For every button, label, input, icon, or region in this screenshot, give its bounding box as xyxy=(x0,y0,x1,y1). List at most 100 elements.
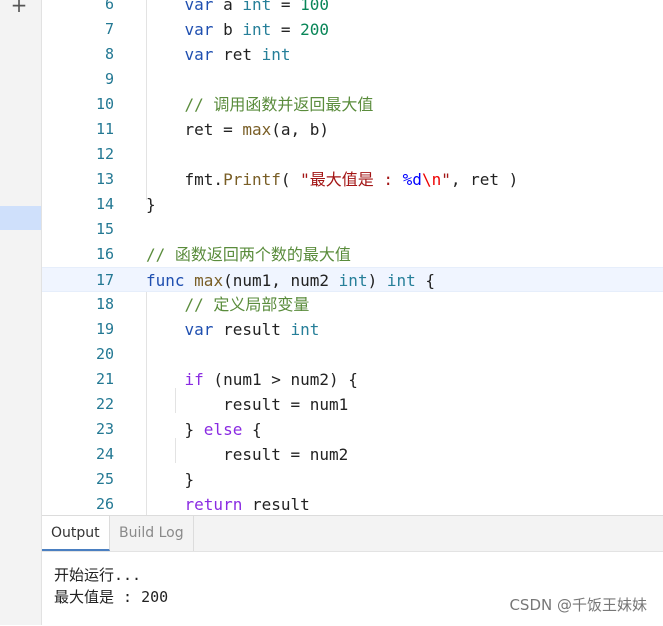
code-line[interactable]: 23 } else { xyxy=(42,417,663,442)
panel-tabs: Output Build Log xyxy=(42,516,663,552)
code-token: \n xyxy=(421,170,442,189)
code-line[interactable]: 21 if (num1 > num2) { xyxy=(42,367,663,392)
code-line[interactable]: 24 result = num2 xyxy=(42,442,663,467)
code-token: int xyxy=(386,271,416,290)
bottom-panel: Output Build Log 开始运行... 最大值是 : 200 CSDN… xyxy=(42,515,663,626)
code-text: ret = max(a, b) xyxy=(146,117,330,142)
line-number: 7 xyxy=(104,20,114,38)
code-token: var xyxy=(184,20,214,39)
code-token: } xyxy=(146,420,204,439)
code-text: // 定义局部变量 xyxy=(146,292,310,317)
line-number: 12 xyxy=(95,145,114,163)
code-line[interactable]: 15 xyxy=(42,217,663,242)
code-line[interactable]: 10 // 调用函数并返回最大值 xyxy=(42,92,663,117)
code-line[interactable]: 13 fmt.Printf( "最大值是 : %d\n", ret ) xyxy=(42,167,663,192)
code-line[interactable]: 22 result = num1 xyxy=(42,392,663,417)
code-line[interactable]: 7 var b int = 200 xyxy=(42,17,663,42)
code-text: } xyxy=(146,192,156,217)
code-line[interactable]: 9 xyxy=(42,67,663,92)
line-number: 26 xyxy=(95,495,114,513)
code-token: // 定义局部变量 xyxy=(184,295,310,314)
line-number: 24 xyxy=(95,445,114,463)
code-line[interactable]: 8 var ret int xyxy=(42,42,663,67)
tab-build-log[interactable]: Build Log xyxy=(110,516,194,551)
sidebar-selection-marker xyxy=(0,206,41,230)
code-token: else xyxy=(203,420,243,439)
line-number: 6 xyxy=(104,0,114,13)
code-token: func xyxy=(146,271,185,290)
code-line[interactable]: 6 var a int = 100 xyxy=(42,0,663,17)
code-line[interactable]: 14} xyxy=(42,192,663,217)
code-token: int xyxy=(261,45,291,64)
line-number: 18 xyxy=(95,295,114,313)
code-token: } xyxy=(146,195,156,214)
code-token: int xyxy=(290,320,320,339)
code-token: int xyxy=(242,0,272,14)
code-text: var result int xyxy=(146,317,320,342)
code-text: } xyxy=(146,467,195,492)
code-token: " xyxy=(441,170,451,189)
code-token: var xyxy=(184,45,214,64)
tab-output[interactable]: Output xyxy=(42,516,110,551)
code-line[interactable]: 11 ret = max(a, b) xyxy=(42,117,663,142)
code-text: // 调用函数并返回最大值 xyxy=(146,92,374,117)
code-token: { xyxy=(242,420,262,439)
output-line: 最大值是 : 200 xyxy=(54,588,169,606)
code-line[interactable]: 12 xyxy=(42,142,663,167)
code-token: int xyxy=(338,271,368,290)
code-token: , ret ) xyxy=(450,170,519,189)
line-number: 17 xyxy=(95,271,114,289)
code-token: int xyxy=(242,20,272,39)
code-text: result = num2 xyxy=(146,442,348,467)
line-number: 11 xyxy=(95,120,114,138)
code-token: max xyxy=(242,120,272,139)
code-token: // 函数返回两个数的最大值 xyxy=(146,245,351,264)
code-token: 200 xyxy=(300,20,330,39)
line-number: 9 xyxy=(104,70,114,88)
add-icon[interactable]: + xyxy=(8,0,30,16)
code-line[interactable]: 20 xyxy=(42,342,663,367)
code-text: func max(num1, num2 int) int { xyxy=(146,268,435,293)
line-number: 23 xyxy=(95,420,114,438)
line-number: 19 xyxy=(95,320,114,338)
code-line[interactable]: 16 // 函数返回两个数的最大值 xyxy=(42,242,663,267)
line-number: 8 xyxy=(104,45,114,63)
code-token: result = num2 xyxy=(146,445,349,464)
code-line[interactable]: 18 // 定义局部变量 xyxy=(42,292,663,317)
code-token: result = num1 xyxy=(146,395,349,414)
code-line[interactable]: 17 func max(num1, num2 int) int { xyxy=(42,267,663,292)
line-number: 16 xyxy=(95,245,114,263)
code-token: ret = xyxy=(146,120,243,139)
code-token: { xyxy=(415,271,436,290)
code-text: var a int = 100 xyxy=(146,0,330,17)
code-token: (num1, num2 xyxy=(223,271,339,290)
code-text: return result xyxy=(146,492,310,515)
watermark: CSDN @千饭王妹妹 xyxy=(509,596,647,614)
code-line[interactable]: 26 return result xyxy=(42,492,663,515)
line-number: 15 xyxy=(95,220,114,238)
line-number: 22 xyxy=(95,395,114,413)
code-line[interactable]: 19 var result int xyxy=(42,317,663,342)
code-token: var xyxy=(184,320,214,339)
code-line[interactable]: 25 } xyxy=(42,467,663,492)
code-editor[interactable]: 6 var a int = 100 7 var b int = 200 8 var … xyxy=(42,0,663,515)
code-token: if xyxy=(184,370,204,389)
code-token: fmt. xyxy=(146,170,224,189)
line-number: 13 xyxy=(95,170,114,188)
line-number: 14 xyxy=(95,195,114,213)
code-token: (a, b) xyxy=(271,120,330,139)
code-text: fmt.Printf( "最大值是 : %d\n", ret ) xyxy=(146,167,519,192)
code-token: (num1 > num2) { xyxy=(203,370,358,389)
code-text: var b int = 200 xyxy=(146,17,330,42)
code-token: = xyxy=(271,20,301,39)
code-token: ret xyxy=(213,45,262,64)
code-text: var ret int xyxy=(146,42,291,67)
code-token: // 调用函数并返回最大值 xyxy=(184,95,374,114)
code-token: b xyxy=(213,20,243,39)
